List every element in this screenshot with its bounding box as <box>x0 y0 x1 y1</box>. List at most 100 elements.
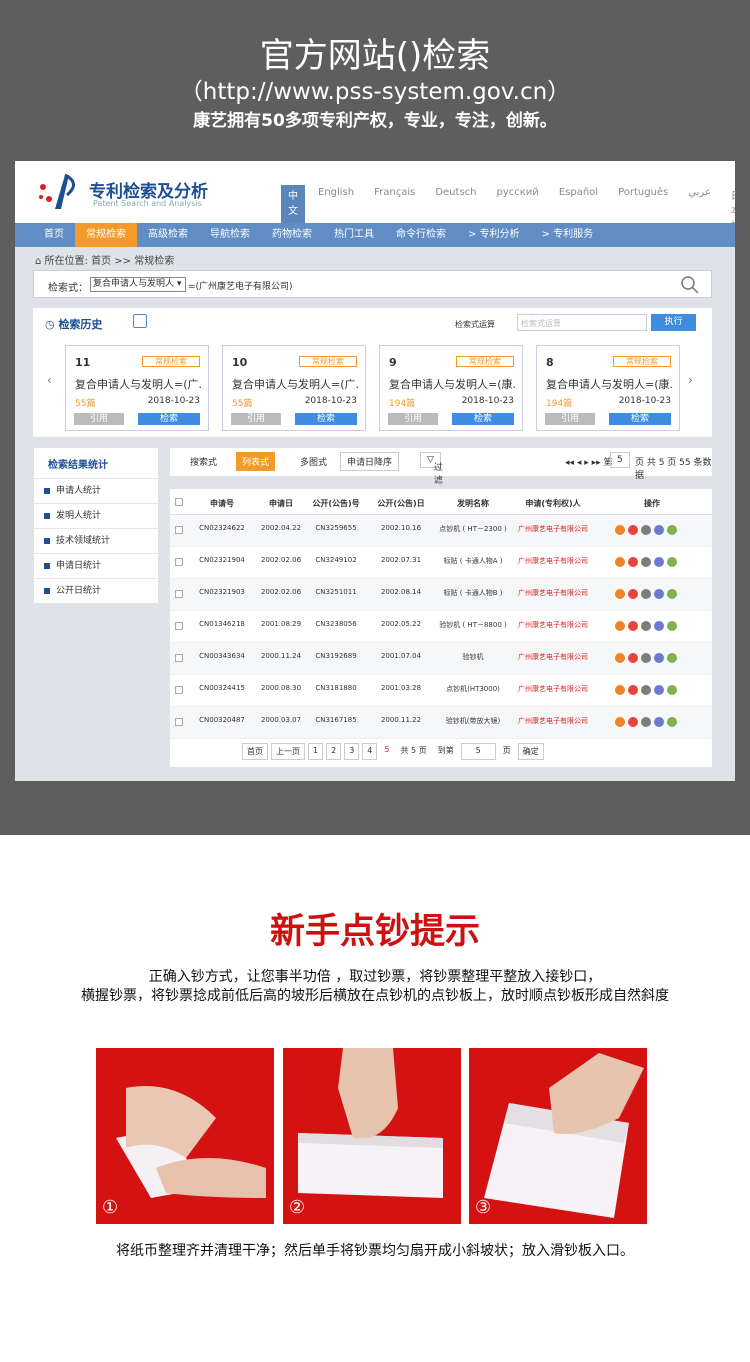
search-button[interactable]: 检索 <box>295 413 357 425</box>
action-icon[interactable] <box>615 653 625 663</box>
nav-hot-tools[interactable]: 热门工具 <box>323 223 385 247</box>
action-icon[interactable] <box>628 685 638 695</box>
tips-line2: 横握钞票，将钞票捻成前低后高的坡形后横放在点钞机的点钞板上，放时顺点钞板形成自然… <box>81 988 669 1004</box>
stats-item[interactable]: 发明人统计 <box>34 503 158 527</box>
table-row[interactable]: CN02321904 2002.02.06 CN3249102 2002.07.31 标… <box>170 547 712 579</box>
select-all-checkbox[interactable] <box>175 498 183 506</box>
action-icon[interactable] <box>615 717 625 727</box>
stats-item[interactable]: 公开日统计 <box>34 578 158 602</box>
collapse-icon[interactable] <box>133 314 147 328</box>
table-row[interactable]: CN00343634 2000.11.24 CN3192689 2001.07.04 验… <box>170 643 712 675</box>
action-icon[interactable] <box>641 589 651 599</box>
nav-patent-service[interactable]: > 专利服务 <box>531 223 605 247</box>
row-checkbox[interactable] <box>175 622 183 630</box>
cite-button[interactable]: 引用 <box>231 413 281 425</box>
view-list-tab[interactable]: 列表式 <box>236 452 276 471</box>
nav-drug-search[interactable]: 药物检索 <box>261 223 323 247</box>
search-button[interactable]: 检索 <box>609 413 671 425</box>
action-icon[interactable] <box>641 717 651 727</box>
action-icon[interactable] <box>654 557 664 567</box>
action-icon[interactable] <box>628 717 638 727</box>
table-row[interactable]: CN01346218 2001.08.29 CN3238056 2002.05.22 验… <box>170 611 712 643</box>
action-icon[interactable] <box>615 525 625 535</box>
goto-input[interactable]: 5 <box>460 743 496 760</box>
nav-command-search[interactable]: 命令行检索 <box>385 223 457 247</box>
action-icon[interactable] <box>667 589 677 599</box>
action-icon[interactable] <box>628 525 638 535</box>
table-row[interactable]: CN00324415 2000.08.30 CN3181880 2001.03.28 点… <box>170 675 712 707</box>
action-icon[interactable] <box>641 525 651 535</box>
row-checkbox[interactable] <box>175 718 183 726</box>
action-icon[interactable] <box>615 685 625 695</box>
action-icon[interactable] <box>628 653 638 663</box>
search-field-select[interactable]: 复合申请人与发明人 ▾ <box>90 277 186 292</box>
page-input[interactable]: 5 <box>610 452 630 468</box>
table-row[interactable]: CN02321903 2002.02.06 CN3251011 2002.08.14 标… <box>170 579 712 611</box>
action-icon[interactable] <box>628 589 638 599</box>
chevron-right-icon[interactable]: › <box>688 373 693 387</box>
table-row[interactable]: CN02324622 2002.04.22 CN3259655 2002.10.16 点… <box>170 515 712 547</box>
search-input[interactable]: =(广州康艺电子有限公司) <box>188 279 293 292</box>
row-checkbox[interactable] <box>175 558 183 566</box>
action-icon[interactable] <box>654 589 664 599</box>
action-icon[interactable] <box>654 685 664 695</box>
action-icon[interactable] <box>667 653 677 663</box>
action-icon[interactable] <box>667 525 677 535</box>
chevron-left-icon[interactable]: ‹ <box>47 373 52 387</box>
search-icon[interactable] <box>681 276 699 294</box>
action-icon[interactable] <box>667 557 677 567</box>
action-icon[interactable] <box>654 525 664 535</box>
action-icon[interactable] <box>667 717 677 727</box>
expr-input[interactable]: 检索式运算 <box>517 314 647 331</box>
action-icon[interactable] <box>628 557 638 567</box>
action-icon[interactable] <box>628 621 638 631</box>
search-button[interactable]: 检索 <box>452 413 514 425</box>
page-2[interactable]: 2 <box>326 743 342 760</box>
page-3[interactable]: 3 <box>344 743 360 760</box>
action-icon[interactable] <box>641 621 651 631</box>
cite-button[interactable]: 引用 <box>388 413 438 425</box>
table-row[interactable]: CN00320487 2000.03.07 CN3167185 2000.11.22 验… <box>170 707 712 739</box>
view-search-tab[interactable]: 搜索式 <box>190 455 217 468</box>
nav-regular-search[interactable]: 常规检索 <box>75 223 137 247</box>
prev-page-button[interactable]: 上一页 <box>271 743 305 760</box>
page-4[interactable]: 4 <box>362 743 378 760</box>
action-icon[interactable] <box>654 621 664 631</box>
nav-advanced-search[interactable]: 高级检索 <box>137 223 199 247</box>
filter-button[interactable]: ▽ 过滤 <box>420 452 443 486</box>
action-icon[interactable] <box>615 621 625 631</box>
row-checkbox[interactable] <box>175 526 183 534</box>
search-button[interactable]: 检索 <box>138 413 200 425</box>
table-cell: 2001.08.29 <box>260 620 302 628</box>
cite-button[interactable]: 引用 <box>74 413 124 425</box>
action-icon[interactable] <box>654 653 664 663</box>
page-5[interactable]: 5 <box>380 743 393 760</box>
row-checkbox[interactable] <box>175 590 183 598</box>
action-icon[interactable] <box>641 557 651 567</box>
sort-select[interactable]: 申请日降序 <box>340 452 400 471</box>
pagination: 首页 上一页 1 2 3 4 5 共 5 页 到第 5 页 确定 <box>242 743 544 760</box>
action-icon[interactable] <box>667 685 677 695</box>
nav-navigation-search[interactable]: 导航检索 <box>199 223 261 247</box>
row-checkbox[interactable] <box>175 686 183 694</box>
pager-icons[interactable]: ◂◂ ◂ ▸ ▸▸ 第 <box>565 455 613 468</box>
first-page-button[interactable]: 首页 <box>242 743 268 760</box>
stats-item[interactable]: 技术领域统计 <box>34 528 158 552</box>
nav-patent-analysis[interactable]: > 专利分析 <box>457 223 531 247</box>
execute-button[interactable]: 执行 <box>651 314 696 331</box>
action-icon[interactable] <box>641 685 651 695</box>
row-checkbox[interactable] <box>175 654 183 662</box>
page-1[interactable]: 1 <box>308 743 324 760</box>
action-icon[interactable] <box>615 557 625 567</box>
stats-item[interactable]: 申请人统计 <box>34 478 158 502</box>
table-cell: CN00320487 <box>199 716 245 724</box>
action-icon[interactable] <box>667 621 677 631</box>
view-image-tab[interactable]: 多图式 <box>300 455 327 468</box>
action-icon[interactable] <box>615 589 625 599</box>
cite-button[interactable]: 引用 <box>545 413 595 425</box>
goto-confirm-button[interactable]: 确定 <box>517 743 544 760</box>
nav-home[interactable]: 首页 <box>33 223 75 247</box>
action-icon[interactable] <box>654 717 664 727</box>
stats-item[interactable]: 申请日统计 <box>34 553 158 577</box>
action-icon[interactable] <box>641 653 651 663</box>
